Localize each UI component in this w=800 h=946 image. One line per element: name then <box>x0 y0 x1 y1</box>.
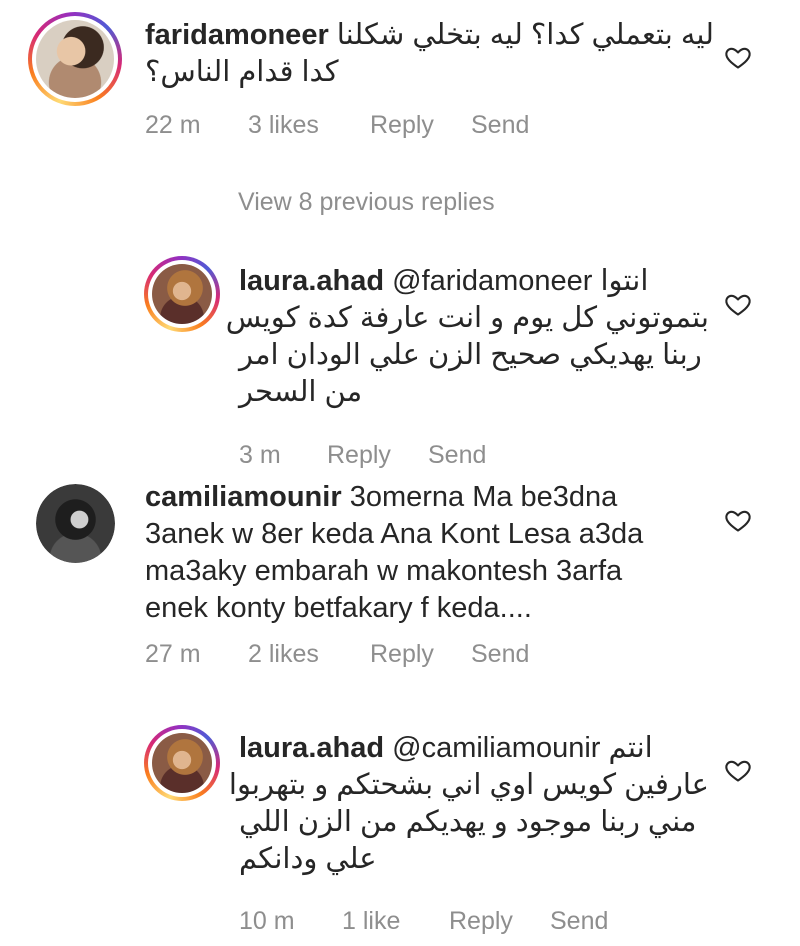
comment-body: laura.ahad @camiliamounir انتم عارفين كو… <box>228 730 709 878</box>
comment-text-line: انتوا <box>600 265 649 297</box>
heart-outline-icon[interactable] <box>724 290 752 318</box>
comment-text-line: مني ربنا موجود و يهديكم من الزن اللي <box>239 806 697 838</box>
comment-meta: 27 m 2 likes Reply Send <box>145 640 645 672</box>
comment-text-line: 3omerna Ma be3dna <box>349 481 618 513</box>
reply-button[interactable]: Reply <box>327 441 391 470</box>
likes-count[interactable]: 2 likes <box>248 640 319 669</box>
likes-count[interactable]: 1 like <box>342 907 400 936</box>
timestamp: 27 m <box>145 640 201 668</box>
comment-body: laura.ahad @faridamoneer انتوا بتموتوني … <box>225 263 709 411</box>
reply-button[interactable]: Reply <box>449 907 513 936</box>
heart-outline-icon[interactable] <box>724 756 752 784</box>
avatar-laura-ahad[interactable] <box>144 725 220 801</box>
username[interactable]: laura.ahad <box>239 265 384 297</box>
username[interactable]: laura.ahad <box>239 732 384 764</box>
reply-button[interactable]: Reply <box>370 640 434 669</box>
comment-text-line: enek konty betfakary f keda.... <box>145 592 532 624</box>
comment-text-line: ربنا يهديكي صحيح الزن علي الودان امر <box>239 339 702 371</box>
heart-outline-icon[interactable] <box>724 43 752 71</box>
comment-text-line: 3anek w 8er keda Ana Kont Lesa a3da <box>145 518 644 550</box>
reply-button[interactable]: Reply <box>370 111 434 140</box>
avatar-laura-ahad[interactable] <box>144 256 220 332</box>
comment-text-line: ليه بتعملي كدا؟ ليه بتخلي شكلنا <box>336 19 714 51</box>
send-button[interactable]: Send <box>550 907 608 936</box>
comment-meta: 10 m 1 like Reply Send <box>239 907 739 939</box>
comment-text-line: بتموتوني كل يوم و انت عارفة كدة كويس <box>225 302 709 334</box>
timestamp: 10 m <box>239 907 295 935</box>
comment-meta: 22 m 3 likes Reply Send <box>145 111 645 143</box>
comment-text-line: علي ودانكم <box>239 843 377 875</box>
likes-count[interactable]: 3 likes <box>248 111 319 140</box>
heart-outline-icon[interactable] <box>724 506 752 534</box>
mention-link[interactable]: @camiliamounir <box>392 732 600 764</box>
mention-link[interactable]: @faridamoneer <box>392 265 592 297</box>
avatar-faridamoneer[interactable] <box>28 12 122 106</box>
send-button[interactable]: Send <box>471 640 529 669</box>
comment-body: faridamoneer ليه بتعملي كدا؟ ليه بتخلي ش… <box>145 17 714 91</box>
comment-text-line: عارفين كويس اوي اني بشحتكم و بتهربوا <box>228 769 709 801</box>
username[interactable]: camiliamounir <box>145 481 342 513</box>
timestamp: 22 m <box>145 111 201 139</box>
comment-text-line: من السحر <box>239 376 363 408</box>
comment-text-line: انتم <box>608 732 653 764</box>
send-button[interactable]: Send <box>471 111 529 140</box>
avatar-camiliamounir[interactable] <box>36 484 115 563</box>
timestamp: 3 m <box>239 441 281 469</box>
view-previous-replies-button[interactable]: View 8 previous replies <box>238 188 495 217</box>
send-button[interactable]: Send <box>428 441 486 470</box>
comment-body: camiliamounir 3omerna Ma be3dna 3anek w … <box>145 479 705 627</box>
comment-text-line: كدا قدام الناس؟ <box>145 56 339 88</box>
comment-meta: 3 m Reply Send <box>239 441 639 473</box>
comment-text-line: ma3aky embarah w makontesh 3arfa <box>145 555 623 587</box>
username[interactable]: faridamoneer <box>145 19 329 51</box>
